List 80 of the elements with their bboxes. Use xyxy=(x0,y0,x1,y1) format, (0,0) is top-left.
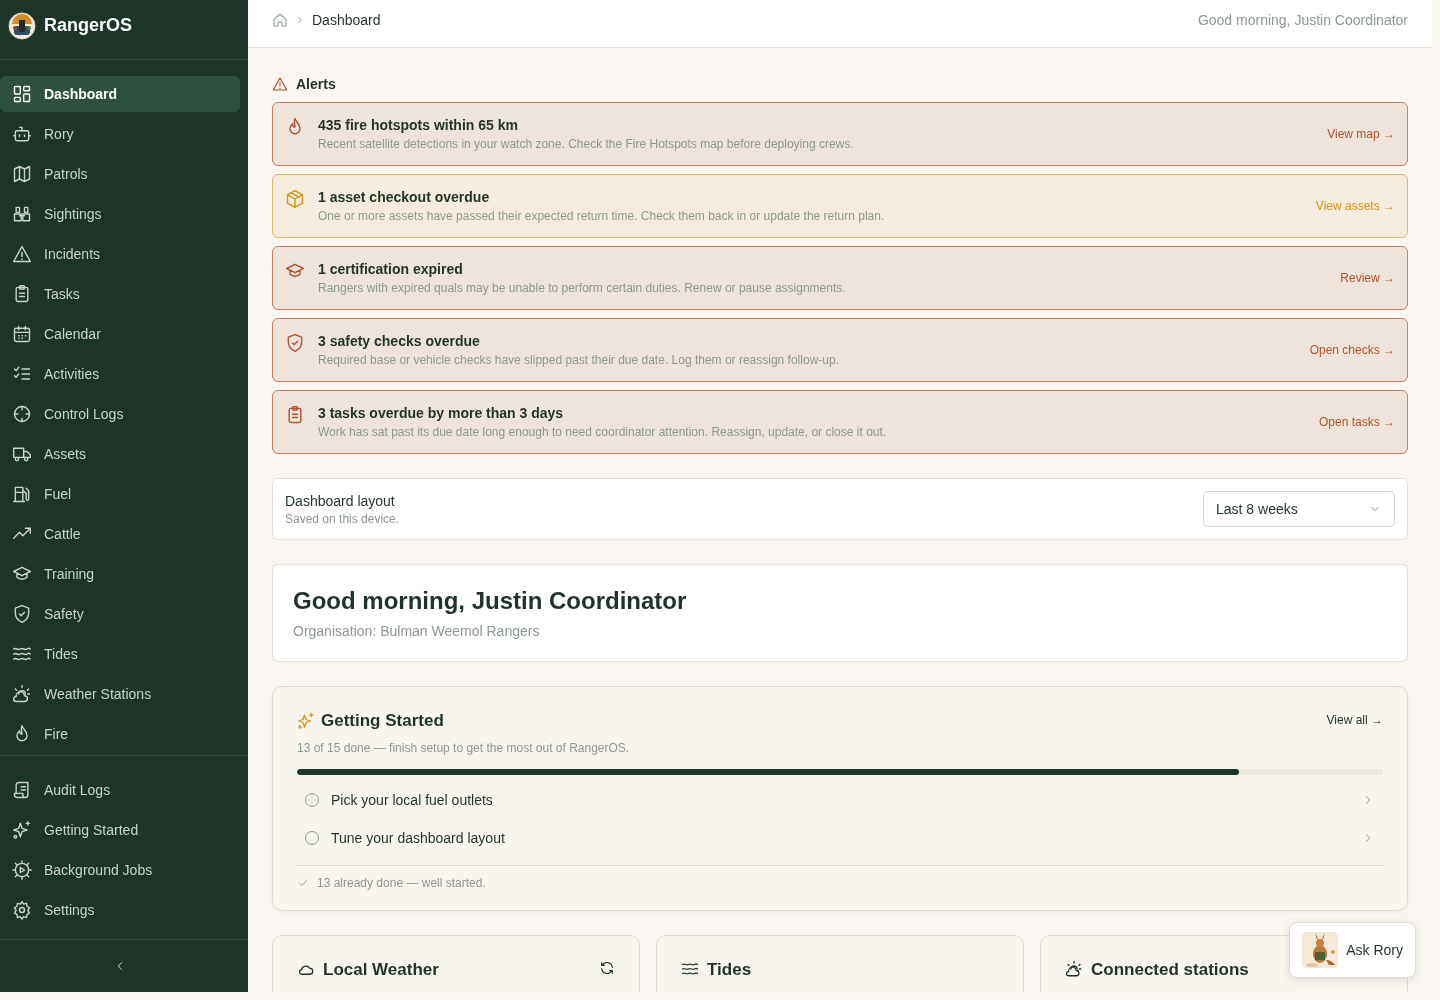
crosshair-icon xyxy=(12,404,32,424)
nav-item[interactable]: Fire xyxy=(0,716,240,752)
nav-item[interactable]: Getting Started xyxy=(0,812,240,848)
nav-item[interactable]: Control Logs xyxy=(0,396,240,432)
setup-step[interactable]: Pick your local fuel outlets xyxy=(297,781,1383,819)
alert-description: Recent satellite detections in your watch zone. Check the Fire Hotspots map before deploying crews. xyxy=(318,137,855,151)
alert-link[interactable]: Open checks → xyxy=(1309,343,1395,357)
ask-rory-button[interactable]: Ask Rory xyxy=(1289,922,1416,978)
settings-icon xyxy=(12,900,32,920)
range-dropdown[interactable]: Last 8 weeks xyxy=(1203,491,1395,527)
nav-item[interactable]: Activities xyxy=(0,356,240,392)
alert-title: 1 certification expired xyxy=(318,261,464,277)
breadcrumb-item: Dashboard xyxy=(312,11,381,28)
nav-item[interactable]: Assets xyxy=(0,436,240,472)
welcome-title: Good morning, Justin Coordinator xyxy=(293,587,688,615)
binoculars-icon xyxy=(12,204,32,224)
alert-link[interactable]: View map → xyxy=(1327,127,1395,141)
card-title: Dashboard layout xyxy=(285,492,396,509)
grid-icon xyxy=(12,84,32,104)
nav-item[interactable]: Weather Stations xyxy=(0,676,240,712)
alert-title: 3 safety checks overdue xyxy=(318,333,481,349)
nav-item[interactable]: Cattle xyxy=(0,516,240,552)
sparkle-icon xyxy=(297,712,315,730)
nav-item[interactable]: Rory xyxy=(0,116,240,152)
card-subtitle: Saved on this device. xyxy=(285,511,401,526)
alert-description: One or more assets have passed their expected return time. Check them back in or update the return plan. xyxy=(318,209,886,223)
nav-item[interactable]: Tides xyxy=(0,636,240,672)
nav-item[interactable]: Background Jobs xyxy=(0,852,240,888)
organisation-text: Organisation: Bulman Weemol Rangers xyxy=(293,623,541,639)
warning-icon xyxy=(12,244,32,264)
shield-icon xyxy=(12,604,32,624)
warning-icon xyxy=(272,76,288,92)
card-title: Connected stations xyxy=(1091,960,1250,980)
logo-icon xyxy=(8,11,36,40)
view-all-link[interactable]: View all → xyxy=(1326,713,1383,727)
card-title: Getting Started xyxy=(321,711,444,731)
alert-description: Work has sat past its due date long enough to need coordinator attention. Reassign, update, or close it out. xyxy=(318,425,888,439)
nav-item[interactable]: Fuel xyxy=(0,476,240,512)
clipboard-icon xyxy=(12,284,32,304)
nav-item[interactable]: Calendar xyxy=(0,316,240,352)
robot-icon xyxy=(12,124,32,144)
sun-cloud-icon xyxy=(1065,960,1083,978)
alert-link[interactable]: Open tasks → xyxy=(1318,415,1395,429)
done-note: 13 already done — well started. xyxy=(317,876,486,890)
alert-description: Rangers with expired quals may be unable to perform certain duties. Renew or pause assignments. xyxy=(318,281,847,295)
section-title: Alerts xyxy=(296,76,336,92)
fuel-pump-icon xyxy=(12,484,32,504)
calendar-icon xyxy=(12,324,32,344)
truck-icon xyxy=(12,444,32,464)
sparkle-icon xyxy=(12,820,32,840)
alert-description: Required base or vehicle checks have slipped past their due date. Log them or reassign follow-up. xyxy=(318,353,840,367)
scroll-icon xyxy=(12,780,32,800)
nav-item[interactable]: Sightings xyxy=(0,196,240,232)
nav-item[interactable]: Training xyxy=(0,556,240,592)
alert-title: 1 asset checkout overdue xyxy=(318,189,491,205)
nav-item[interactable]: Incidents xyxy=(0,236,240,272)
shield-icon xyxy=(285,333,305,353)
card-title: Tides xyxy=(707,960,753,980)
setup-step[interactable]: Tune your dashboard layout xyxy=(297,819,1383,857)
refresh-icon xyxy=(599,960,615,976)
alert-title: 435 fire hotspots within 65 km xyxy=(318,117,519,133)
alert-link[interactable]: Review → xyxy=(1340,271,1395,285)
map-icon xyxy=(12,164,32,184)
check-icon xyxy=(297,877,309,889)
alert-title: 3 tasks overdue by more than 3 days xyxy=(318,405,565,421)
nav-item[interactable]: Safety xyxy=(0,596,240,632)
nav-item[interactable]: Audit Logs xyxy=(0,772,240,808)
nav-item[interactable]: Settings xyxy=(0,892,240,928)
nav-item[interactable]: Tasks xyxy=(0,276,240,312)
progress-summary: 13 of 15 done — finish setup to get the most out of RangerOS. xyxy=(297,741,631,755)
nav-item[interactable]: Dashboard xyxy=(0,76,240,112)
home-icon xyxy=(272,11,288,28)
brand-name: RangerOS xyxy=(44,15,133,36)
nav-item[interactable]: Patrols xyxy=(0,156,240,192)
package-icon xyxy=(285,189,305,209)
gear-play-icon xyxy=(12,860,32,880)
greeting: Good morning, Justin Coordinator xyxy=(1197,11,1408,28)
sun-cloud-icon xyxy=(12,684,32,704)
clipboard-icon xyxy=(285,405,305,425)
card-title: Local Weather xyxy=(323,960,440,980)
